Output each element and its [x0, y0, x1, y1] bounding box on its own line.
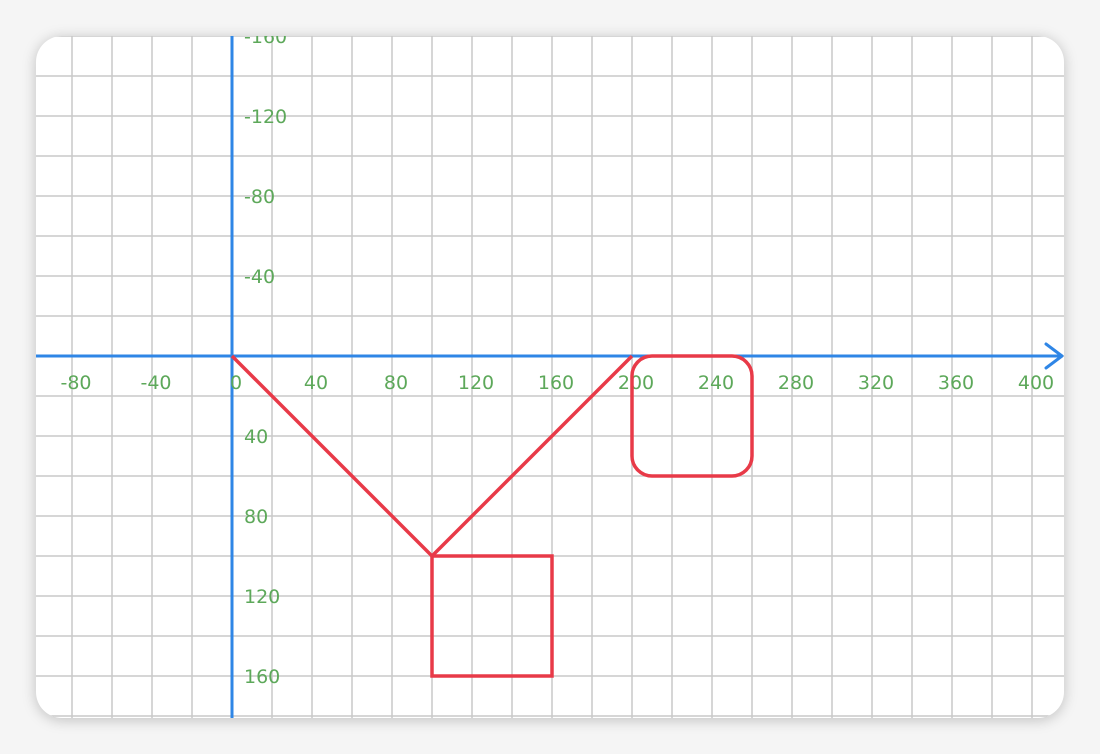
x-tick-label: 400: [1018, 372, 1054, 394]
x-tick-label: 40: [304, 372, 328, 394]
tick-labels: -80 -40 0 40 80 120 160 200 240 280 320 360 400 -160 -…: [60, 36, 1054, 688]
y-tick-label: 120: [244, 586, 280, 608]
x-tick-label: -80: [60, 372, 91, 394]
y-tick-label: 80: [244, 506, 268, 528]
x-tick-label: 80: [384, 372, 408, 394]
x-tick-label: 240: [698, 372, 734, 394]
x-tick-label: 280: [778, 372, 814, 394]
y-tick-label: 40: [244, 426, 268, 448]
x-tick-label: 360: [938, 372, 974, 394]
y-tick-label: -160: [244, 36, 287, 48]
x-tick-label: 160: [538, 372, 574, 394]
coordinate-plot: -80 -40 0 40 80 120 160 200 240 280 320 360 400 -160 -…: [36, 36, 1064, 718]
x-tick-label: 320: [858, 372, 894, 394]
coordinate-canvas: -80 -40 0 40 80 120 160 200 240 280 320 360 400 -160 -…: [36, 36, 1064, 718]
y-tick-label: -120: [244, 106, 287, 128]
square-shape: [430, 554, 554, 678]
y-tick-label: -80: [244, 186, 275, 208]
x-tick-label: 120: [458, 372, 494, 394]
y-tick-label: -40: [244, 266, 275, 288]
x-tick-label: 0: [230, 372, 242, 394]
x-tick-label: 200: [618, 372, 654, 394]
x-tick-label: -40: [140, 372, 171, 394]
y-tick-label: 160: [244, 666, 280, 688]
